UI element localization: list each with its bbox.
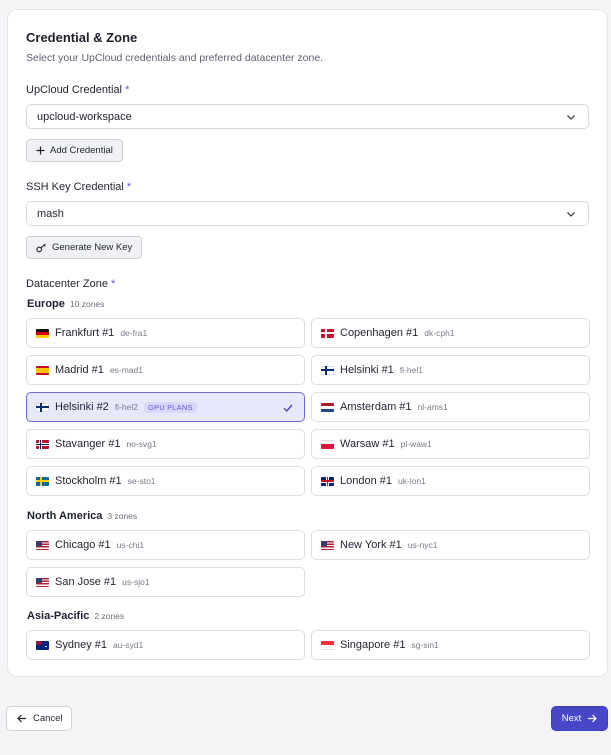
- chevron-down-icon: [566, 112, 576, 122]
- region-zone-count: 10 zones: [69, 299, 105, 309]
- zone-name: Amsterdam #1: [340, 401, 412, 413]
- required-mark: *: [126, 181, 132, 193]
- zone-code: us-sjo1: [122, 577, 150, 587]
- upcloud-credential-select[interactable]: upcloud-workspace: [26, 104, 589, 129]
- chevron-down-icon: [566, 209, 576, 219]
- ssh-credential-label: SSH Key Credential *: [26, 181, 132, 193]
- zone-option-dk-cph1[interactable]: Copenhagen #1 dk-cph1: [311, 318, 590, 348]
- next-button[interactable]: Next: [551, 706, 608, 731]
- zone-code: fi-hel1: [399, 365, 423, 375]
- zone-code: fi-hel2: [114, 402, 138, 412]
- cancel-button[interactable]: Cancel: [6, 706, 72, 731]
- zone-option-nl-ams1[interactable]: Amsterdam #1 nl-ams1: [311, 392, 590, 422]
- upcloud-credential-value: upcloud-workspace: [37, 110, 132, 123]
- zone-name: Helsinki #2: [55, 401, 109, 413]
- zone-name: Copenhagen #1: [340, 327, 419, 339]
- region-zone-count: 3 zones: [107, 511, 138, 521]
- zone-code: us-chi1: [116, 540, 145, 550]
- zone-code: sg-sin1: [411, 640, 439, 650]
- flag-nl-icon: [321, 402, 334, 412]
- section-subtitle: Select your UpCloud credentials and pref…: [26, 52, 324, 64]
- zone-option-de-fra1[interactable]: Frankfurt #1 de-fra1: [26, 318, 305, 348]
- zone-option-no-svg1[interactable]: Stavanger #1 no-svg1: [26, 429, 305, 459]
- region-heading: Europe 10 zones: [27, 298, 104, 310]
- zone-option-us-chi1[interactable]: Chicago #1 us-chi1: [26, 530, 305, 560]
- zone-code: no-svg1: [126, 439, 157, 449]
- region-zone-count: 2 zones: [94, 611, 125, 621]
- upcloud-credential-label: UpCloud Credential *: [26, 84, 130, 96]
- datacenter-zone-label: Datacenter Zone *: [26, 278, 116, 290]
- zone-name: Stavanger #1: [55, 438, 121, 450]
- generate-key-button[interactable]: Generate New Key: [26, 236, 143, 259]
- arrow-left-icon: [17, 714, 27, 723]
- zone-code: dk-cph1: [424, 328, 455, 338]
- add-credential-button[interactable]: Add Credential: [26, 139, 123, 162]
- zone-name: Singapore #1: [340, 639, 406, 651]
- ssh-credential-value: mash: [37, 207, 64, 220]
- flag-pl-icon: [321, 439, 334, 449]
- zone-name: Chicago #1: [55, 539, 111, 551]
- flag-fi-icon: [321, 365, 334, 375]
- zone-option-fi-hel2[interactable]: Helsinki #2 fi-hel2 GPU PLANS: [26, 392, 305, 422]
- zone-name: Warsaw #1: [340, 438, 395, 450]
- zone-name: New York #1: [340, 539, 402, 551]
- zone-name: Madrid #1: [55, 364, 104, 376]
- flag-au-icon: [36, 640, 49, 650]
- zone-code: uk-lon1: [398, 476, 426, 486]
- zone-option-pl-waw1[interactable]: Warsaw #1 pl-waw1: [311, 429, 590, 459]
- zone-option-us-sjo1[interactable]: San Jose #1 us-sjo1: [26, 567, 305, 597]
- region-heading: North America 3 zones: [27, 510, 137, 522]
- flag-uk-icon: [321, 476, 334, 486]
- flag-no-icon: [36, 439, 49, 449]
- arrow-right-icon: [587, 714, 598, 723]
- region-name: Europe: [27, 298, 65, 310]
- zone-name: Helsinki #1: [340, 364, 394, 376]
- required-mark: *: [125, 84, 130, 96]
- required-mark: *: [111, 278, 116, 290]
- zone-option-au-syd1[interactable]: Sydney #1 au-syd1: [26, 630, 305, 660]
- zone-name: Sydney #1: [55, 639, 107, 651]
- zone-option-fi-hel1[interactable]: Helsinki #1 fi-hel1: [311, 355, 590, 385]
- zone-code: nl-ams1: [417, 402, 448, 412]
- zone-option-se-sto1[interactable]: Stockholm #1 se-sto1: [26, 466, 305, 496]
- ssh-credential-select[interactable]: mash: [26, 201, 589, 226]
- zone-name: Frankfurt #1: [55, 327, 115, 339]
- zone-option-us-nyc1[interactable]: New York #1 us-nyc1: [311, 530, 590, 560]
- zone-option-es-mad1[interactable]: Madrid #1 es-mad1: [26, 355, 305, 385]
- zone-option-sg-sin1[interactable]: Singapore #1 sg-sin1: [311, 630, 590, 660]
- zone-option-uk-lon1[interactable]: London #1 uk-lon1: [311, 466, 590, 496]
- zone-code: es-mad1: [109, 365, 143, 375]
- gpu-plans-badge: GPU PLANS: [143, 401, 197, 413]
- zone-code: de-fra1: [120, 328, 148, 338]
- region-name: Asia-Pacific: [27, 610, 90, 622]
- region-heading: Asia-Pacific 2 zones: [27, 610, 124, 622]
- zone-code: se-sto1: [127, 476, 156, 486]
- key-icon: [36, 243, 47, 253]
- zone-name: San Jose #1: [55, 576, 117, 588]
- flag-es-icon: [36, 365, 49, 375]
- flag-sg-icon: [321, 640, 334, 650]
- zone-name: London #1: [340, 475, 392, 487]
- section-title: Credential & Zone: [26, 30, 138, 45]
- flag-us-icon: [36, 577, 49, 587]
- flag-fi-icon: [36, 402, 49, 412]
- flag-dk-icon: [321, 328, 334, 338]
- credential-zone-card: Credential & Zone Select your UpCloud cr…: [7, 9, 608, 677]
- plus-icon: [36, 146, 45, 155]
- check-icon: [282, 402, 294, 414]
- zone-code: au-syd1: [112, 640, 144, 650]
- flag-us-icon: [36, 540, 49, 550]
- zone-name: Stockholm #1: [55, 475, 122, 487]
- flag-se-icon: [36, 476, 49, 486]
- zone-code: pl-waw1: [400, 439, 432, 449]
- flag-us-icon: [321, 540, 334, 550]
- flag-de-icon: [36, 328, 49, 338]
- region-name: North America: [27, 510, 103, 522]
- zone-code: us-nyc1: [407, 540, 438, 550]
